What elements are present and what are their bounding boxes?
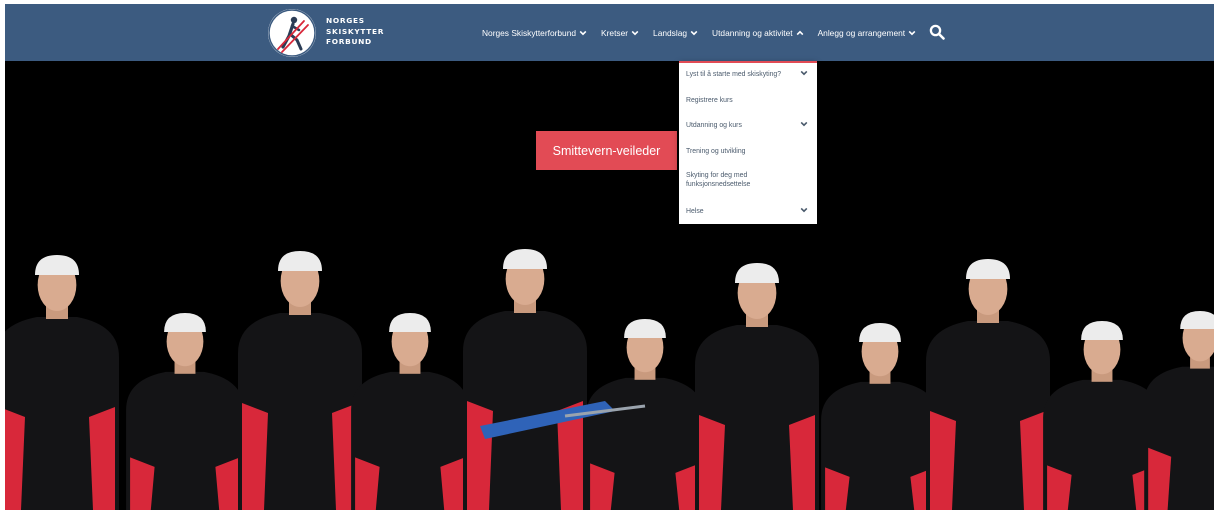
athlete-sleeve-accent <box>1020 411 1046 510</box>
athlete-cap <box>859 323 901 342</box>
search-icon[interactable] <box>929 24 945 40</box>
main-nav: Norges Skiskytterforbund Kretser Landsla… <box>482 4 945 61</box>
nav-item-label: Utdanning og aktivitet <box>712 27 793 38</box>
chevron-up-icon <box>796 30 803 35</box>
athlete-cap <box>278 251 322 271</box>
chevron-down-icon <box>908 30 916 35</box>
athlete-cap <box>624 319 666 338</box>
athlete-cap <box>164 313 206 332</box>
biathlete-logo-icon <box>268 9 316 57</box>
athlete-cap <box>1180 311 1214 329</box>
brand-line-2: SKISKYTTER <box>326 26 385 36</box>
nav-item-landslag[interactable]: Landslag <box>653 28 698 38</box>
logo[interactable] <box>268 9 316 57</box>
nav-item-label: Landslag <box>653 27 688 38</box>
dropdown-item-lyst-til-a-starte[interactable]: Lyst til å starte med skiskyting? <box>686 70 796 79</box>
nav-item-utdanning-og-aktivitet[interactable]: Utdanning og aktivitet <box>712 28 804 38</box>
athlete-sleeve-accent <box>1148 447 1172 510</box>
chevron-down-icon <box>579 30 587 35</box>
athlete-sleeve-accent <box>467 401 493 510</box>
nav-item-label: Kretser <box>601 27 629 38</box>
athlete-sleeve-accent <box>930 411 956 510</box>
athlete-cap <box>503 249 547 269</box>
chevron-down-icon <box>631 30 639 35</box>
nav-item-label: Norges Skiskytterforbund <box>482 27 577 38</box>
brand-wordmark[interactable]: NORGES SKISKYTTER FORBUND <box>326 16 384 48</box>
dropdown-item-helse[interactable]: Helse <box>686 207 796 216</box>
dropdown-item-skyting-funksjonsnedsettelse[interactable]: Skyting for deg med funksjonsnedsettelse <box>686 171 778 189</box>
athlete-sleeve-accent <box>699 415 725 510</box>
team-photo <box>5 249 1214 510</box>
smittevern-veileder-button[interactable]: Smittevern-veileder <box>536 131 677 170</box>
athlete-cap <box>1081 321 1123 340</box>
brand-line-3: FORBUND <box>326 37 372 46</box>
athlete-cap <box>35 255 79 275</box>
utdanning-dropdown-menu: Lyst til å starte med skiskyting? Regist… <box>679 61 817 224</box>
athlete-sleeve-accent <box>242 403 268 510</box>
site-header: NORGES SKISKYTTER FORBUND Norges Skiskyt… <box>5 4 1214 61</box>
nav-item-kretser[interactable]: Kretser <box>601 28 639 38</box>
dropdown-item-registrere-kurs[interactable]: Registrere kurs <box>686 96 796 105</box>
athlete-sleeve-accent <box>89 407 115 510</box>
hero-banner <box>5 61 1214 510</box>
chevron-down-icon[interactable] <box>800 69 808 77</box>
chevron-down-icon[interactable] <box>800 206 808 214</box>
athlete-sleeve-accent <box>789 415 815 510</box>
dropdown-item-trening-og-utvikling[interactable]: Trening og utvikling <box>686 147 796 156</box>
brand-line-1: NORGES <box>326 16 365 25</box>
nav-item-label: Anlegg og arrangement <box>817 27 906 38</box>
nav-item-anlegg-og-arrangement[interactable]: Anlegg og arrangement <box>818 28 917 38</box>
chevron-down-icon[interactable] <box>800 120 808 128</box>
page: NORGES SKISKYTTER FORBUND Norges Skiskyt… <box>0 0 1221 514</box>
athlete-cap <box>735 263 779 283</box>
dropdown-item-utdanning-og-kurs[interactable]: Utdanning og kurs <box>686 121 796 130</box>
nav-item-norges-skiskytterforbund[interactable]: Norges Skiskytterforbund <box>482 28 587 38</box>
athlete-cap <box>389 313 431 332</box>
athlete-cap <box>966 259 1010 279</box>
chevron-down-icon <box>690 30 698 35</box>
